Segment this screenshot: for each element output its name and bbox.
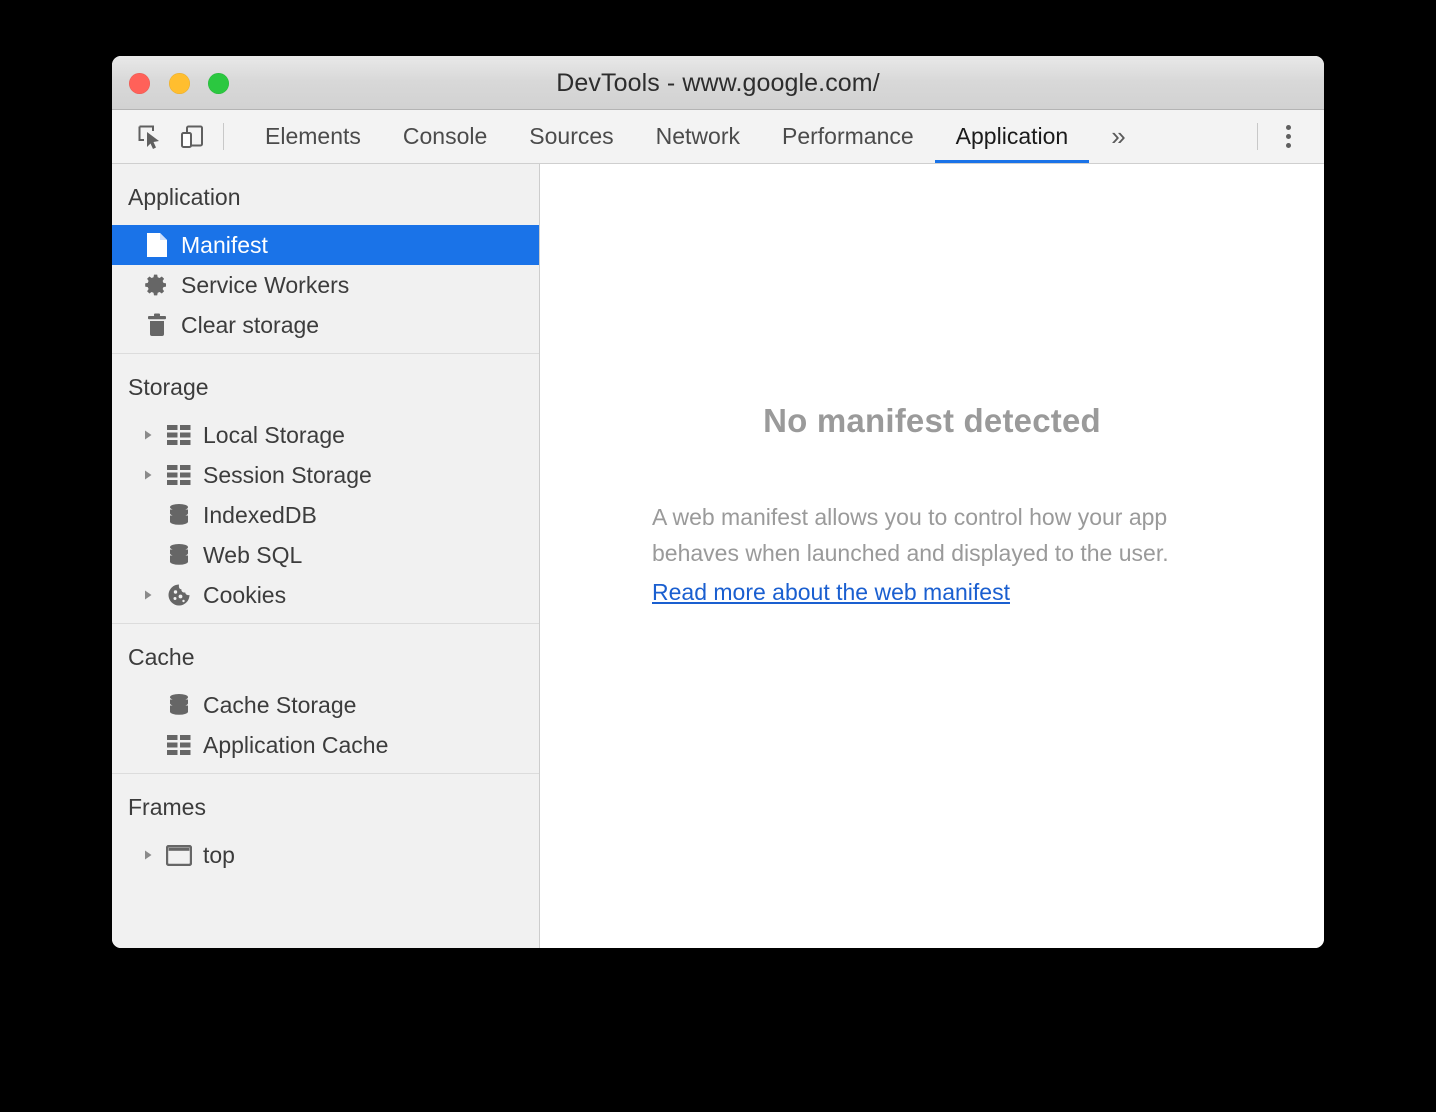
tabbar-divider (1257, 123, 1258, 150)
trash-icon (142, 312, 172, 338)
chevron-right-icon[interactable] (142, 589, 160, 601)
sidebar-item-web-sql[interactable]: Web SQL (112, 535, 539, 575)
section-title-frames: Frames (128, 794, 206, 820)
toolbar-icons (112, 110, 234, 163)
devtools-tab-bar: Elements Console Sources Network Perform… (112, 110, 1324, 164)
inspect-element-icon[interactable] (129, 115, 171, 159)
sidebar-item-label: Manifest (181, 231, 268, 258)
empty-state-description: A web manifest allows you to control how… (652, 500, 1212, 611)
tab-application[interactable]: Application (934, 110, 1090, 163)
read-more-link[interactable]: Read more about the web manifest (652, 575, 1010, 611)
sidebar-item-local-storage[interactable]: Local Storage (112, 415, 539, 455)
kebab-menu-icon[interactable] (1268, 117, 1308, 157)
tab-network[interactable]: Network (635, 110, 761, 163)
title-bar: DevTools - www.google.com/ (112, 56, 1324, 110)
sidebar-item-label: top (203, 841, 235, 868)
sidebar-item-cache-storage[interactable]: Cache Storage (112, 685, 539, 725)
sidebar-item-label: Clear storage (181, 311, 320, 338)
document-icon (142, 232, 172, 258)
sidebar-item-label: Web SQL (203, 541, 303, 568)
sidebar-item-application-cache[interactable]: Application Cache (112, 725, 539, 765)
sidebar-item-indexeddb[interactable]: IndexedDB (112, 495, 539, 535)
section-title-storage: Storage (128, 374, 209, 400)
sidebar-item-label: IndexedDB (203, 501, 317, 528)
sidebar-item-label: Application Cache (203, 731, 389, 758)
cookie-icon (164, 582, 194, 608)
sidebar-item-label: Session Storage (203, 461, 372, 488)
sidebar-item-label: Cache Storage (203, 691, 357, 718)
devtools-body: Application Manifest Service Workers Cle… (112, 164, 1324, 948)
gear-icon (142, 272, 172, 298)
more-tabs-icon[interactable]: » (1089, 110, 1147, 163)
sidebar-section-application: Application Manifest Service Workers Cle… (112, 164, 539, 354)
sidebar-item-top-frame[interactable]: top (112, 835, 539, 875)
device-toolbar-icon[interactable] (171, 115, 213, 159)
sidebar-item-session-storage[interactable]: Session Storage (112, 455, 539, 495)
database-icon (164, 692, 194, 718)
devtools-window: DevTools - www.google.com/ Elements Cons… (112, 56, 1324, 948)
sidebar-section-cache: Cache Cache Storage Application Cache (112, 624, 539, 774)
sidebar-item-service-workers[interactable]: Service Workers (112, 265, 539, 305)
chevron-right-icon[interactable] (142, 469, 160, 481)
tab-console[interactable]: Console (382, 110, 508, 163)
chevron-right-icon[interactable] (142, 849, 160, 861)
tab-performance[interactable]: Performance (761, 110, 935, 163)
table-icon (164, 462, 194, 488)
window-title: DevTools - www.google.com/ (556, 69, 880, 97)
frame-icon (164, 842, 194, 868)
toolbar-divider (223, 123, 224, 150)
sidebar-item-label: Local Storage (203, 421, 345, 448)
empty-state-description-text: A web manifest allows you to control how… (652, 504, 1169, 566)
sidebar-section-storage: Storage Local Storage Session Storage In… (112, 354, 539, 624)
tab-bar-right (1247, 110, 1324, 163)
section-title-application: Application (128, 184, 241, 210)
sidebar-item-clear-storage[interactable]: Clear storage (112, 305, 539, 345)
table-icon (164, 732, 194, 758)
sidebar-item-label: Cookies (203, 581, 287, 608)
tab-list: Elements Console Sources Network Perform… (244, 110, 1148, 163)
chevron-right-icon[interactable] (142, 429, 160, 441)
sidebar-section-frames: Frames top (112, 774, 539, 883)
tab-sources[interactable]: Sources (508, 110, 634, 163)
empty-state: No manifest detected A web manifest allo… (540, 402, 1324, 611)
tab-elements[interactable]: Elements (244, 110, 382, 163)
sidebar-item-cookies[interactable]: Cookies (112, 575, 539, 615)
sidebar-item-label: Service Workers (181, 271, 350, 298)
database-icon (164, 542, 194, 568)
sidebar-item-manifest[interactable]: Manifest (112, 225, 539, 265)
section-title-cache: Cache (128, 644, 195, 670)
empty-state-title: No manifest detected (763, 402, 1101, 439)
application-sidebar: Application Manifest Service Workers Cle… (112, 164, 540, 948)
table-icon (164, 422, 194, 448)
database-icon (164, 502, 194, 528)
manifest-panel: No manifest detected A web manifest allo… (540, 164, 1324, 948)
